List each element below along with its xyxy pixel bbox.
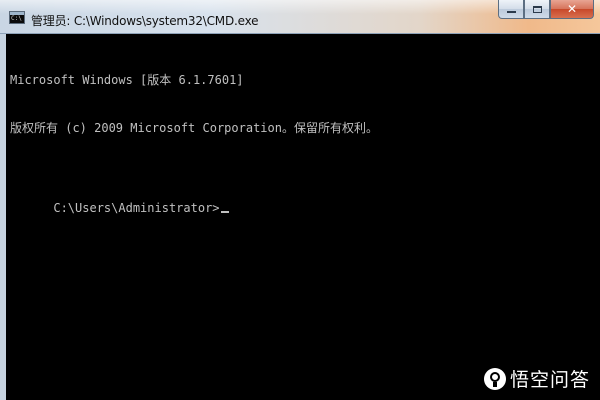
console-output: Microsoft Windows [版本 6.1.7601] 版权所有 (c)… [10, 40, 378, 232]
caption-buttons: ✕ [498, 0, 594, 20]
watermark: 悟空问答 [483, 365, 590, 392]
console-line-version: Microsoft Windows [版本 6.1.7601] [10, 73, 244, 87]
watermark-text: 悟空问答 [509, 369, 590, 391]
cmd-console-icon[interactable] [9, 11, 25, 24]
maximize-icon [532, 5, 542, 13]
console-area[interactable]: Microsoft Windows [版本 6.1.7601] 版权所有 (c)… [0, 34, 600, 400]
text-cursor [220, 211, 229, 213]
window-title: 管理员: C:\Windows\system32\CMD.exe [31, 14, 259, 28]
minimize-icon [506, 10, 516, 14]
minimize-button[interactable] [498, 0, 524, 19]
close-button[interactable]: ✕ [550, 0, 594, 19]
cmd-window: 管理员: C:\Windows\system32\CMD.exe ✕ Micro… [0, 0, 600, 400]
title-bar[interactable]: 管理员: C:\Windows\system32\CMD.exe ✕ [0, 0, 600, 34]
console-line-copyright: 版权所有 (c) 2009 Microsoft Corporation。保留所有… [10, 121, 378, 135]
command-prompt: C:\Users\Administrator> [53, 201, 220, 215]
maximize-button[interactable] [524, 0, 550, 19]
wukong-logo [483, 367, 506, 390]
command-prompt-line[interactable]: C:\Users\Administrator> [53, 200, 229, 216]
close-icon: ✕ [566, 2, 578, 16]
